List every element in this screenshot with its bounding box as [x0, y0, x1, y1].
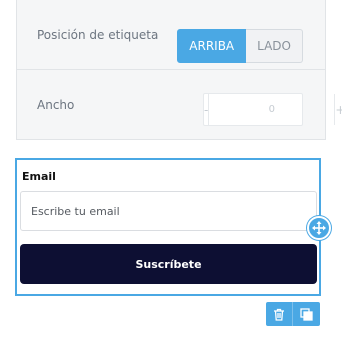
email-input[interactable]	[20, 191, 317, 231]
settings-panel: Posición de etiqueta ARRIBA LADO Ancho -…	[16, 0, 342, 140]
copy-icon	[300, 307, 313, 321]
email-label: Email	[22, 170, 56, 183]
block-action-bar	[266, 302, 320, 326]
subscribe-form-block[interactable]: Email Suscríbete	[15, 158, 321, 296]
subscribe-button[interactable]: Suscríbete	[20, 244, 317, 284]
label-position-top-option[interactable]: ARRIBA	[177, 29, 247, 63]
width-label: Ancho	[37, 98, 75, 112]
width-value-input[interactable]	[209, 94, 335, 125]
trash-icon	[274, 308, 284, 321]
width-row: Ancho - +	[17, 70, 342, 140]
width-increment-button[interactable]: +	[334, 94, 342, 125]
delete-button[interactable]	[266, 302, 293, 326]
label-position-side-option[interactable]: LADO	[246, 29, 303, 63]
label-position-toggle: ARRIBA LADO	[177, 29, 303, 63]
move-arrows-icon	[312, 221, 326, 235]
label-position-row: Posición de etiqueta ARRIBA LADO	[17, 0, 325, 70]
label-position-label: Posición de etiqueta	[37, 27, 159, 42]
move-handle[interactable]	[307, 216, 331, 240]
width-stepper: - +	[203, 93, 342, 126]
duplicate-button[interactable]	[293, 302, 320, 326]
